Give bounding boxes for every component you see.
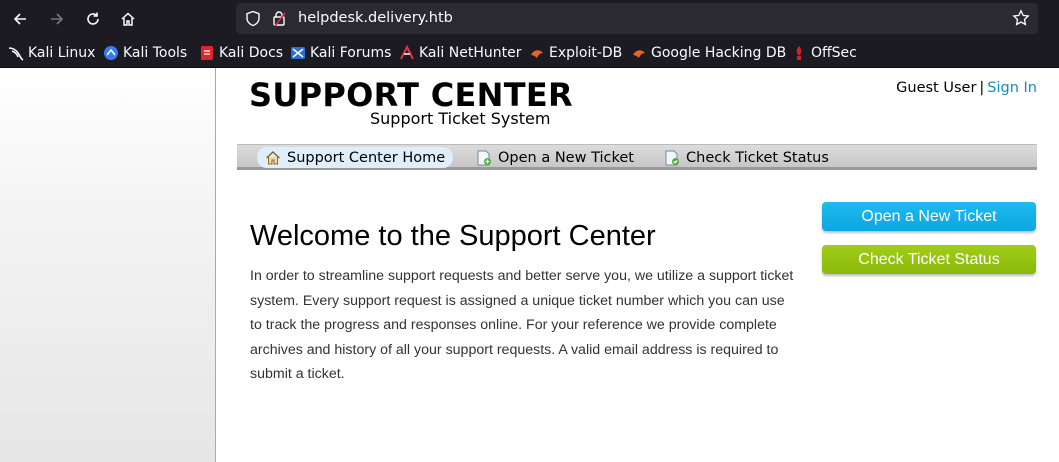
exploit-db-icon (529, 45, 545, 61)
bookmark-label: Kali NetHunter (419, 45, 522, 61)
back-arrow-icon (13, 13, 26, 25)
nav-check-ticket-status[interactable]: Check Ticket Status (664, 147, 829, 168)
nav-support-center-home[interactable]: Support Center Home (257, 147, 454, 168)
url-bar[interactable]: helpdesk.delivery.htb (236, 3, 1038, 34)
user-links: Guest User | Sign In (896, 80, 1037, 96)
guest-user-label: Guest User (896, 80, 977, 96)
bookmark-label: OffSec (811, 45, 857, 61)
bookmark-label: Kali Linux (28, 45, 96, 61)
home-button[interactable] (115, 6, 141, 32)
web-page: SUPPORT CENTER Support Ticket System Gue… (0, 68, 1059, 462)
shield-icon[interactable] (245, 10, 261, 31)
check-ticket-status-button[interactable]: Check Ticket Status (822, 245, 1036, 274)
site-logo-title[interactable]: SUPPORT CENTER (249, 78, 573, 112)
nav-label: Check Ticket Status (686, 149, 829, 166)
separator: | (979, 80, 985, 96)
bookmark-label: Kali Tools (123, 45, 188, 61)
bookmark-offsec[interactable]: OffSec (791, 44, 857, 62)
page-side-background (0, 68, 216, 462)
intro-paragraph: In order to streamline support requests … (250, 268, 794, 383)
bookmarks-bar: Kali Linux Kali Tools Kali Docs Kali For… (0, 38, 1059, 68)
forward-button[interactable] (44, 6, 70, 32)
star-icon[interactable] (1012, 9, 1030, 31)
lock-icon[interactable] (272, 10, 286, 31)
bookmark-kali-docs[interactable]: Kali Docs (199, 44, 283, 62)
page-title: Welcome to the Support Center (250, 220, 656, 252)
bookmark-label: Kali Docs (219, 45, 284, 61)
browser-home-icon (121, 12, 135, 26)
url-text[interactable]: helpdesk.delivery.htb (298, 10, 453, 26)
offsec-icon (791, 45, 807, 61)
browser-toolbar: helpdesk.delivery.htb (0, 0, 1059, 38)
home-icon (265, 150, 281, 166)
bookmark-label: Google Hacking DB (651, 45, 787, 61)
nav-label: Open a New Ticket (498, 149, 634, 166)
bookmark-kali-linux[interactable]: Kali Linux (8, 44, 95, 62)
site-logo-subtitle: Support Ticket System (370, 109, 551, 128)
bookmark-label: Kali Forums (310, 45, 392, 61)
reload-button[interactable] (80, 6, 106, 32)
bookmark-exploit-db[interactable]: Exploit-DB (529, 44, 622, 62)
bookmark-kali-nethunter[interactable]: Kali NetHunter (399, 44, 521, 62)
new-ticket-icon (476, 150, 492, 166)
forward-arrow-icon (51, 13, 64, 25)
bookmark-kali-tools[interactable]: Kali Tools (103, 44, 187, 62)
nav-open-new-ticket[interactable]: Open a New Ticket (476, 147, 634, 168)
bookmark-label: Exploit-DB (549, 45, 623, 61)
bookmark-kali-forums[interactable]: Kali Forums (290, 44, 391, 62)
sign-in-link[interactable]: Sign In (987, 80, 1037, 96)
reload-icon (87, 12, 99, 25)
ghdb-icon (631, 45, 647, 61)
back-button[interactable] (7, 6, 33, 32)
kali-forums-icon (290, 45, 306, 61)
nethunter-icon (399, 44, 415, 61)
main-nav: Support Center Home Open a New Ticket Ch… (237, 144, 1037, 170)
kali-tools-icon (103, 45, 119, 61)
kali-dragon-icon (8, 45, 24, 61)
ticket-status-icon (664, 150, 680, 166)
open-new-ticket-button[interactable]: Open a New Ticket (822, 202, 1036, 231)
nav-label: Support Center Home (287, 149, 446, 166)
bookmark-google-hacking-db[interactable]: Google Hacking DB (631, 44, 786, 62)
kali-docs-icon (199, 45, 215, 61)
